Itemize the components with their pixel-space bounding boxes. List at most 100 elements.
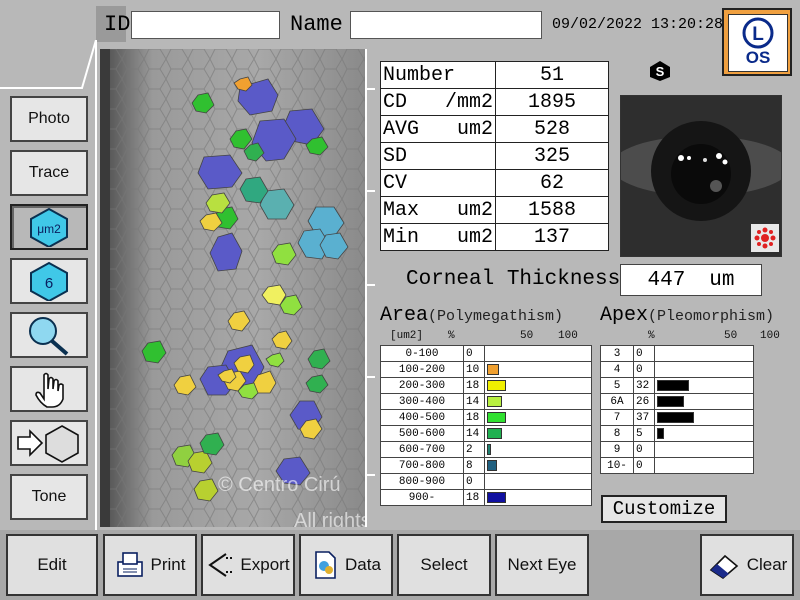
- name-field[interactable]: [350, 11, 542, 39]
- area-bar: [487, 396, 502, 407]
- stats-label: Min: [383, 225, 420, 249]
- datetime: 09/02/2022 13:20:28: [552, 16, 724, 33]
- edit-button[interactable]: Edit: [6, 534, 98, 596]
- select-button-label: Select: [420, 555, 468, 574]
- customize-button[interactable]: Customize: [601, 495, 727, 523]
- area-bar: [487, 364, 499, 375]
- endothelium-image[interactable]: © Centro Cirú All rights reserved: [100, 49, 365, 527]
- data-button-label: Data: [345, 555, 381, 574]
- data-button[interactable]: Data: [299, 534, 393, 596]
- stats-unit: um2: [456, 225, 493, 249]
- magnifier-icon: [29, 317, 69, 356]
- corneal-thickness-unit: um: [709, 268, 735, 292]
- eye-thumbnail[interactable]: [611, 95, 791, 257]
- stats-row: Max um2 1588: [380, 196, 609, 224]
- stats-table: Number 51 CD /mm2 1895 AVG um2 528 SD 32…: [380, 61, 609, 251]
- tone-button[interactable]: Tone: [10, 474, 88, 520]
- zoom-button[interactable]: [10, 312, 88, 358]
- stats-unit: um2: [456, 117, 493, 141]
- apex-bar: [657, 428, 664, 439]
- apex-row: 5 32: [600, 377, 754, 394]
- area-row: 300-400 14: [380, 393, 592, 410]
- area-row: 700-800 8: [380, 457, 592, 474]
- next-eye-button[interactable]: Next Eye: [495, 534, 589, 596]
- eraser-icon: [709, 554, 738, 580]
- cell-map: © Centro Cirú All rights reserved: [100, 49, 365, 527]
- area-row-pct: 8: [463, 457, 485, 474]
- hexagon-icon: μm2: [30, 207, 68, 247]
- header-bar: ID Name 09/02/2022 13:20:28: [0, 0, 800, 48]
- eye-badge-inner: L OS: [728, 14, 788, 72]
- apex-row: 6A 26: [600, 393, 754, 410]
- watermark-line1: © Centro Cirú: [218, 474, 341, 496]
- stats-row: Number 51: [380, 61, 609, 89]
- stats-row: CV 62: [380, 169, 609, 197]
- stats-row: CD /mm2 1895: [380, 88, 609, 116]
- apex-section: Apex(Pleomorphism): [600, 304, 774, 327]
- area-row-label: 400-500: [380, 409, 464, 426]
- export-button-label: Export: [240, 555, 290, 574]
- s-badge-label: S: [656, 64, 665, 79]
- apex-bar: [657, 412, 694, 423]
- area-row-pct: 18: [463, 377, 485, 394]
- trace-button-label: Trace: [28, 164, 70, 181]
- edit-cell-button[interactable]: [10, 420, 88, 466]
- clear-button[interactable]: Clear: [700, 534, 794, 596]
- stats-value: 1588: [495, 196, 609, 224]
- apex-row-label: 6A: [600, 393, 634, 410]
- tone-button-label: Tone: [31, 488, 67, 505]
- stats-value: 325: [495, 142, 609, 170]
- eye-letter-icon: L: [742, 17, 774, 49]
- area-unit-button[interactable]: μm2: [10, 204, 88, 250]
- area-row-pct: 0: [463, 473, 485, 490]
- hexagon-icon: 6: [30, 261, 68, 301]
- pan-button[interactable]: [10, 366, 88, 412]
- eye-side-label: OS: [745, 48, 771, 67]
- stats-label: Number: [383, 63, 456, 87]
- area-row: 900- 18: [380, 489, 592, 506]
- corneal-thickness-label: Corneal Thickness: [406, 268, 621, 291]
- apex-row-label: 3: [600, 345, 634, 362]
- stats-unit: /mm2: [444, 90, 493, 114]
- eye-badge[interactable]: L OS: [722, 8, 792, 76]
- apex-button[interactable]: 6: [10, 258, 88, 304]
- print-button-label: Print: [150, 555, 186, 574]
- print-button[interactable]: Print: [103, 534, 197, 596]
- apex-title: Apex: [600, 304, 649, 327]
- next-eye-button-label: Next Eye: [507, 555, 577, 574]
- s-badge-icon[interactable]: S: [648, 60, 672, 82]
- apex-row: 7 37: [600, 409, 754, 426]
- apex-row-pct: 0: [633, 457, 655, 474]
- name-label: Name: [290, 12, 343, 37]
- apex-tick-50: 50: [724, 330, 738, 342]
- scale-ruler: [365, 49, 375, 527]
- select-button[interactable]: Select: [397, 534, 491, 596]
- area-row-pct: 14: [463, 393, 485, 410]
- stats-unit: um2: [456, 198, 493, 222]
- clear-button-label: Clear: [746, 555, 788, 574]
- area-bar: [487, 428, 502, 439]
- area-pct-header: %: [448, 330, 455, 342]
- area-row: 0-100 0: [380, 345, 592, 362]
- apex-row-label: 10-: [600, 457, 634, 474]
- stats-label: CD: [383, 90, 408, 114]
- photo-button-label: Photo: [28, 110, 70, 127]
- apex-row-label: 8: [600, 425, 634, 442]
- trace-button[interactable]: Trace: [10, 150, 88, 196]
- id-field[interactable]: [131, 11, 280, 39]
- hand-icon: [35, 372, 64, 408]
- eye-letter: L: [752, 24, 764, 45]
- photo-button[interactable]: Photo: [10, 96, 88, 142]
- export-button[interactable]: Export: [201, 534, 295, 596]
- area-bar: [487, 412, 506, 423]
- area-row: 100-200 10: [380, 361, 592, 378]
- area-row-pct: 0: [463, 345, 485, 362]
- apex-row-pct: 26: [633, 393, 655, 410]
- apex-bar: [657, 396, 684, 407]
- area-row-label: 800-900: [380, 473, 464, 490]
- area-bar: [487, 444, 491, 455]
- data-file-icon: [315, 551, 336, 579]
- stats-value: 137: [495, 223, 609, 251]
- apex-row-pct: 5: [633, 425, 655, 442]
- area-histogram: 0-100 0 100-200 10 200-300 18 300-400 14 400-500…: [380, 345, 592, 506]
